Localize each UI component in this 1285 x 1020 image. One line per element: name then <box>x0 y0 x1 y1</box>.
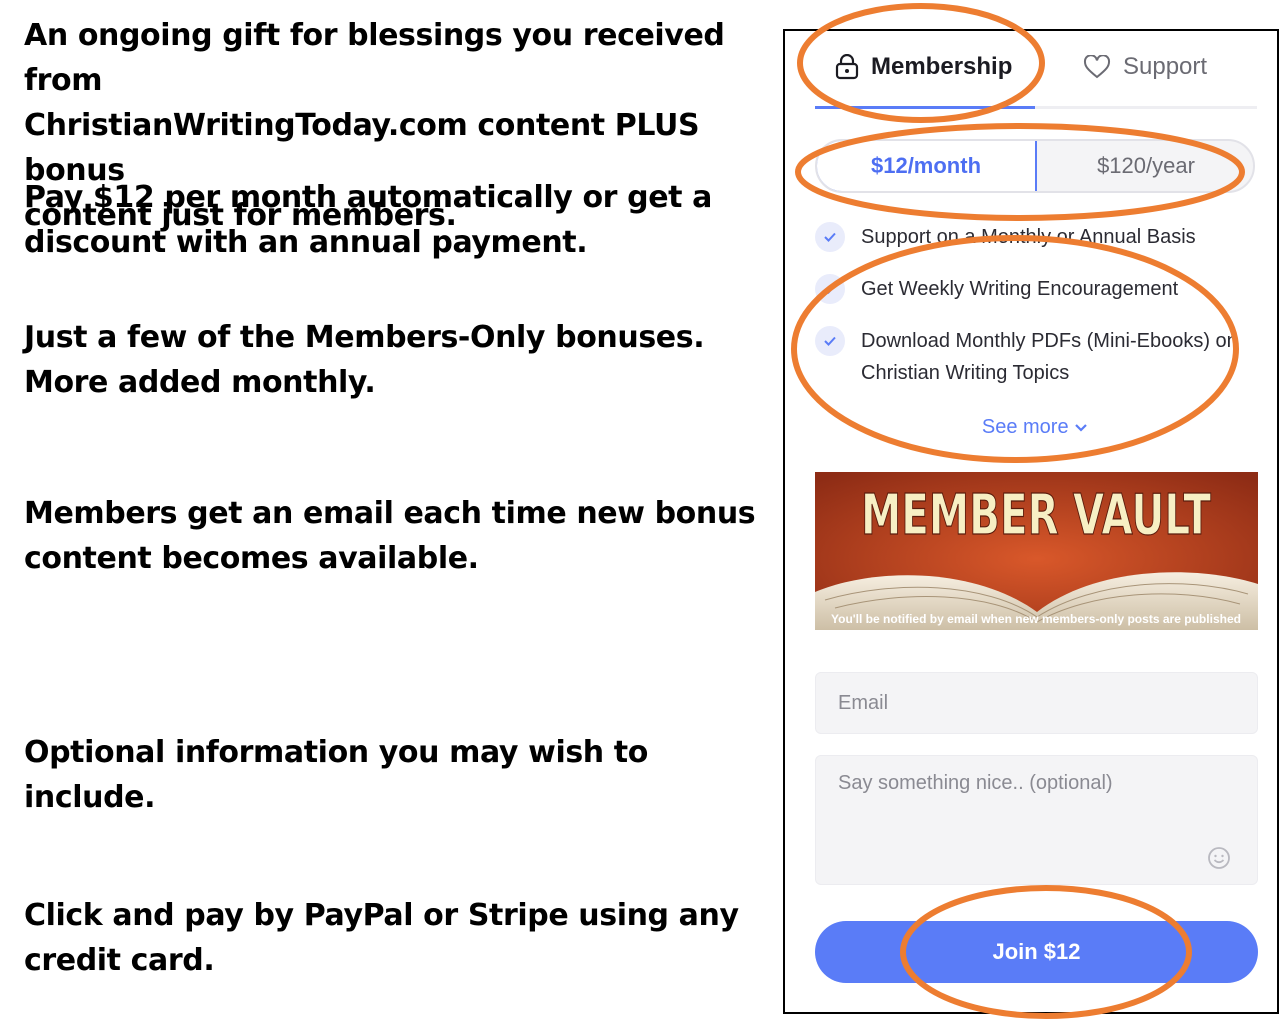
benefit-list: Support on a Monthly or Annual Basis Get… <box>815 221 1255 409</box>
check-icon <box>815 222 845 252</box>
tab-membership-label: Membership <box>871 53 1013 80</box>
see-more-label: See more <box>981 416 1069 438</box>
active-tab-indicator <box>815 106 1035 109</box>
billing-toggle: $12/month $120/year <box>815 139 1255 193</box>
chevron-down-icon <box>1075 424 1087 432</box>
note-email-notice: Members get an email each time new bonus… <box>24 496 756 576</box>
benefit-text: Support on a Monthly or Annual Basis <box>861 226 1196 248</box>
emoji-icon[interactable] <box>1207 846 1231 870</box>
note-bonuses: Just a few of the Members-Only bonuses. … <box>24 320 705 400</box>
list-item: Download Monthly PDFs (Mini-Ebooks) on C… <box>815 325 1255 389</box>
heart-icon <box>1083 55 1111 79</box>
membership-widget: Membership Support $12/month $120/year S… <box>783 29 1279 1014</box>
note-optional-info: Optional information you may wish to inc… <box>24 735 648 815</box>
join-button[interactable]: Join $12 <box>815 921 1258 983</box>
list-item: Support on a Monthly or Annual Basis <box>815 221 1255 253</box>
tab-support-label: Support <box>1123 53 1208 80</box>
banner-title: MEMBER VAULT <box>861 483 1211 548</box>
tab-support[interactable]: Support <box>1083 47 1207 87</box>
tab-bar: Membership Support <box>815 31 1257 109</box>
benefit-text: Download Monthly PDFs (Mini-Ebooks) on C… <box>861 330 1238 384</box>
tab-membership[interactable]: Membership <box>835 47 1012 87</box>
benefit-text: Get Weekly Writing Encouragement <box>861 278 1179 300</box>
banner-caption: You'll be notified by email when new mem… <box>831 612 1241 626</box>
billing-monthly-option[interactable]: $12/month <box>817 141 1037 191</box>
email-field[interactable] <box>815 672 1258 734</box>
note-payment: Click and pay by PayPal or Stripe using … <box>24 898 739 978</box>
member-vault-banner: MEMBER VAULT You'll be notified by email… <box>815 472 1258 630</box>
check-icon <box>815 274 845 304</box>
lock-icon <box>835 54 859 80</box>
message-field[interactable] <box>815 755 1258 885</box>
billing-yearly-option[interactable]: $120/year <box>1037 141 1253 191</box>
see-more-link[interactable]: See more <box>815 416 1255 439</box>
list-item: Get Weekly Writing Encouragement <box>815 273 1255 305</box>
check-icon <box>815 326 845 356</box>
note-pricing: Pay $12 per month automatically or get a… <box>24 180 712 260</box>
